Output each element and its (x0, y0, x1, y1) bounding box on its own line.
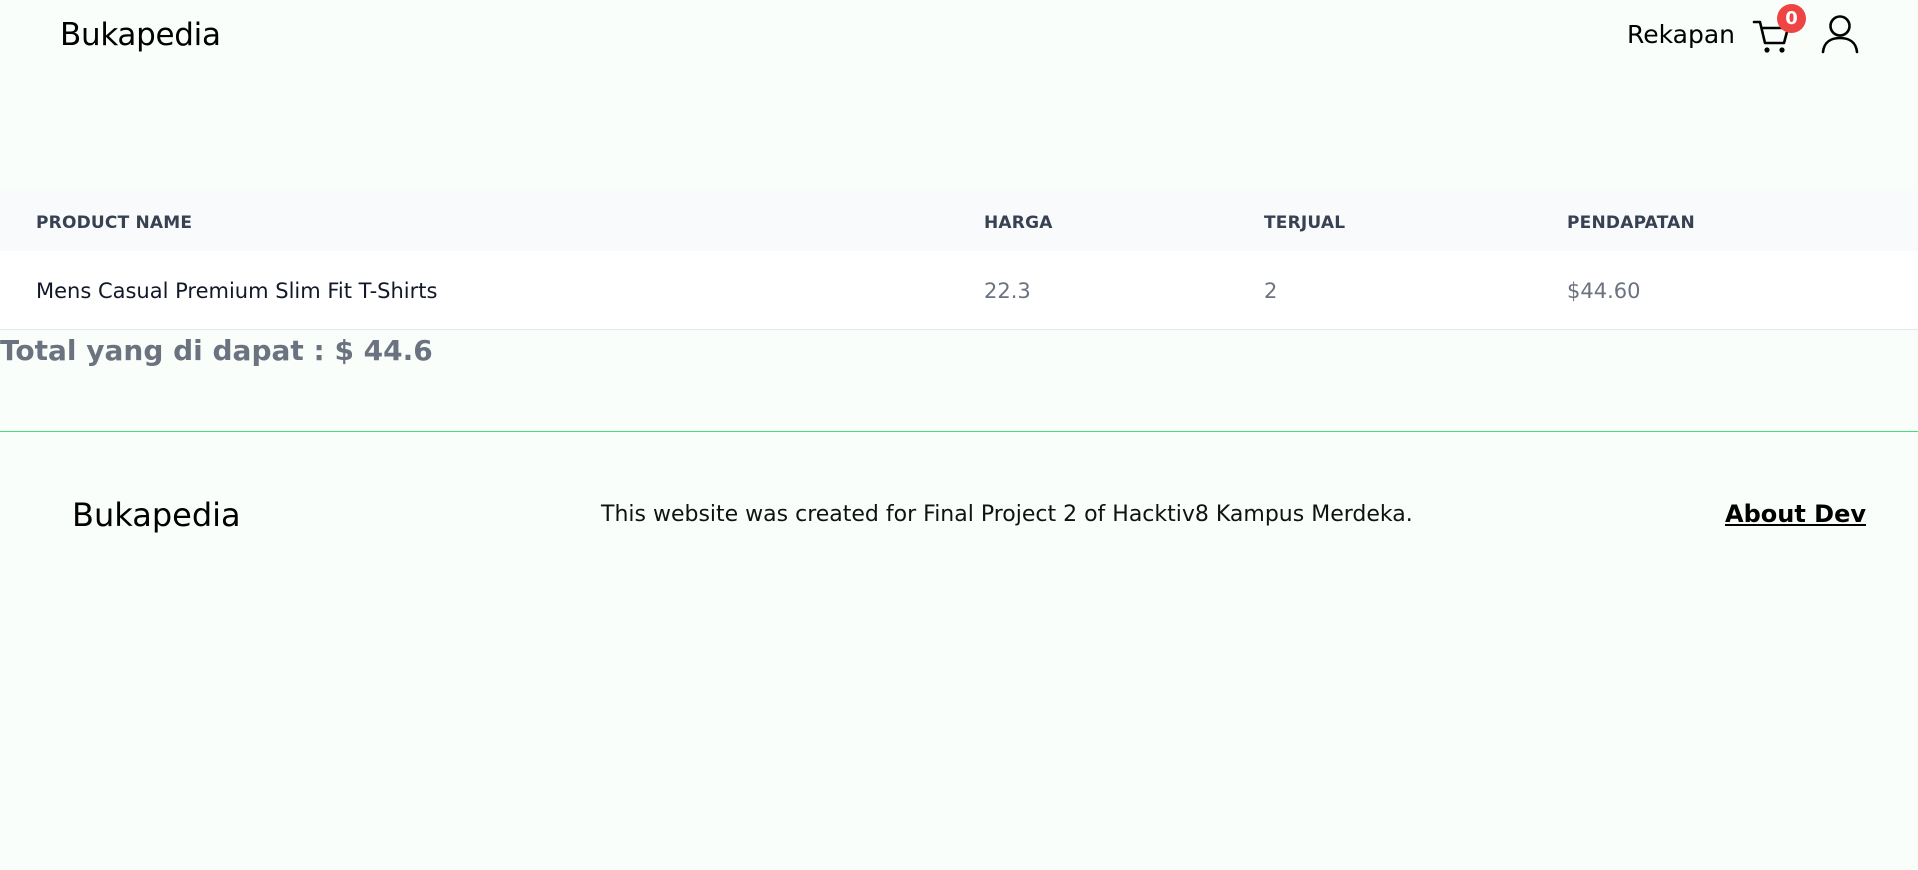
cart-count-badge: 0 (1777, 4, 1806, 33)
brand-logo[interactable]: Bukapedia (60, 15, 221, 55)
sales-table: PRODUCT NAME HARGA TERJUAL PENDAPATAN Me… (0, 191, 1918, 330)
total-revenue: Total yang di dapat : $ 44.6 (0, 334, 433, 367)
about-dev-link[interactable]: About Dev (1725, 499, 1866, 529)
col-header-harga: HARGA (984, 213, 1053, 233)
footer-divider (0, 431, 1918, 432)
table-row: Mens Casual Premium Slim Fit T-Shirts 22… (0, 251, 1918, 330)
table-header: PRODUCT NAME HARGA TERJUAL PENDAPATAN (0, 191, 1918, 251)
cell-pendapatan: $44.60 (1567, 279, 1641, 303)
user-button[interactable] (1821, 14, 1859, 54)
col-header-pendapatan: PENDAPATAN (1567, 213, 1695, 233)
cell-harga: 22.3 (984, 279, 1031, 303)
nav-link-rekapan[interactable]: Rekapan (1627, 18, 1735, 52)
footer-description: This website was created for Final Proje… (601, 502, 1413, 527)
footer-brand: Bukapedia (72, 496, 241, 534)
top-navbar: Bukapedia Rekapan 0 (0, 0, 1918, 70)
col-header-product-name: PRODUCT NAME (36, 213, 193, 233)
user-icon (1821, 15, 1859, 54)
cell-terjual: 2 (1264, 279, 1278, 303)
cell-product-name: Mens Casual Premium Slim Fit T-Shirts (36, 279, 438, 303)
page: Bukapedia Rekapan 0 PRODUCT NAME HARGA T… (0, 0, 1918, 870)
col-header-terjual: TERJUAL (1264, 213, 1346, 233)
